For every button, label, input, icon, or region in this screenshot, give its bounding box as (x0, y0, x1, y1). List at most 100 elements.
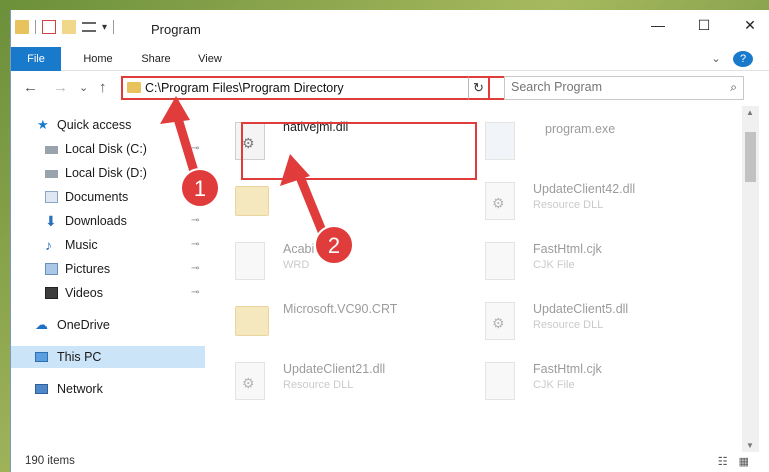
navigation-bar: ← → ⌄ ↑ C:\Program Files\Program Directo… (11, 72, 769, 104)
customize-icon[interactable] (82, 22, 96, 32)
file-name: UpdateClient21.dll (283, 362, 386, 376)
sidebar-item-label: Videos (65, 286, 103, 300)
file-type: Resource DLL (283, 379, 354, 391)
pin-icon[interactable]: ⊸ (191, 138, 199, 160)
scroll-up-icon[interactable]: ▲ (746, 108, 754, 117)
file-name: FastHtml.cjk (533, 242, 602, 256)
file-item-acabi[interactable]: Acabi WRD (215, 232, 455, 288)
document-file-icon (235, 242, 265, 280)
tab-share[interactable]: Share (131, 47, 181, 71)
pin-icon[interactable]: ⊸ (191, 234, 199, 256)
folder-icon (235, 186, 269, 216)
sidebar-item-label: Pictures (65, 262, 111, 276)
computer-icon (35, 352, 48, 362)
file-item-fasthtml-2[interactable]: FastHtml.cjk CJK File (465, 352, 705, 408)
status-bar: 190 items ☷ ▦ (11, 452, 769, 472)
sidebar-item-local-disk-d[interactable]: Local Disk (D:) (11, 162, 205, 184)
sidebar-item-label: Music (65, 238, 98, 252)
sidebar-item-label: Downloads (65, 214, 127, 228)
file-type: WRD (283, 259, 310, 271)
vertical-scrollbar[interactable]: ▲ ▼ (742, 106, 759, 452)
pin-icon[interactable]: ⊸ (191, 186, 199, 208)
file-item-updateclient21[interactable]: ⚙ UpdateClient21.dll Resource DLL (215, 352, 455, 408)
sidebar-item-quick-access[interactable]: ★ Quick access (11, 114, 205, 136)
scrollbar-thumb[interactable] (745, 132, 756, 182)
file-type: Resource DLL (533, 319, 604, 331)
exe-file-icon (485, 122, 515, 160)
divider (35, 20, 36, 34)
tab-view[interactable]: View (187, 47, 233, 71)
folder-icon[interactable] (15, 20, 29, 34)
close-button[interactable]: ✕ (727, 10, 769, 40)
folder-icon (127, 82, 141, 93)
cloud-icon: ☁ (35, 317, 48, 332)
pin-icon[interactable]: ⊸ (191, 258, 199, 280)
file-item-updateclient5[interactable]: ⚙ UpdateClient5.dll Resource DLL (465, 292, 705, 348)
quick-access-toolbar: ▾ (15, 20, 115, 34)
ribbon-expand-icon[interactable]: ⌄ (707, 47, 725, 71)
pin-icon[interactable]: ⊸ (191, 282, 199, 304)
drive-icon (45, 170, 58, 178)
sidebar-item-downloads[interactable]: ⬇ Downloads ⊸ (11, 210, 205, 232)
sidebar-item-network[interactable]: Network (11, 378, 205, 400)
sidebar-item-this-pc[interactable]: This PC (11, 346, 205, 368)
new-folder-icon[interactable] (62, 20, 76, 34)
tab-home[interactable]: Home (73, 47, 123, 71)
file-type: Resource DLL (533, 199, 604, 211)
file-explorer-window: ▾ Program — ☐ ✕ File Home Share View ⌄ ?… (10, 10, 769, 472)
music-icon: ♪ (45, 237, 52, 253)
folder-item-vc90-crt[interactable]: Microsoft.VC90.CRT (215, 292, 455, 348)
file-item-fasthtml-1[interactable]: FastHtml.cjk CJK File (465, 232, 705, 288)
search-box[interactable]: ⌕ (504, 76, 744, 100)
file-item-updateclient42[interactable]: ⚙ UpdateClient42.dll Resource DLL (465, 172, 705, 228)
toolbar-dropdown-icon[interactable]: ▾ (102, 22, 107, 33)
star-icon: ★ (37, 117, 49, 132)
title-bar: ▾ Program — ☐ ✕ (11, 10, 769, 46)
up-arrow-icon[interactable]: ↑ (99, 80, 107, 96)
file-name: Acabi (283, 242, 315, 256)
properties-icon[interactable] (42, 20, 56, 34)
videos-icon (45, 287, 58, 299)
file-name: program.exe (545, 122, 616, 136)
sidebar-item-pictures[interactable]: Pictures ⊸ (11, 258, 205, 280)
address-path: C:\Program Files\Program Directory (145, 81, 344, 95)
folder-icon (235, 306, 269, 336)
sidebar-item-documents[interactable]: Documents ⊸ (11, 186, 205, 208)
search-icon[interactable]: ⌕ (730, 80, 737, 95)
help-icon[interactable]: ? (733, 51, 753, 67)
document-file-icon (485, 242, 515, 280)
folder-item[interactable] (215, 172, 455, 228)
search-input[interactable] (511, 80, 711, 94)
sidebar-item-local-disk-c[interactable]: Local Disk (C:) ⊸ (11, 138, 205, 160)
window-title: Program (151, 22, 201, 37)
downloads-icon: ⬇ (45, 213, 57, 229)
tab-file[interactable]: File (11, 47, 61, 71)
dll-file-icon: ⚙ (485, 182, 515, 220)
scroll-down-icon[interactable]: ▼ (746, 441, 754, 450)
sidebar-item-onedrive[interactable]: ☁ OneDrive (11, 314, 205, 336)
pin-icon[interactable]: ⊸ (191, 210, 199, 232)
sidebar-item-label: Network (57, 382, 103, 396)
view-toggle-icons[interactable]: ☷ ▦ (718, 455, 753, 468)
file-type: CJK File (533, 259, 575, 271)
maximize-button[interactable]: ☐ (681, 10, 727, 40)
file-type: CJK File (533, 379, 575, 391)
refresh-button[interactable]: ↻ (468, 76, 490, 100)
sidebar-item-label: Local Disk (D:) (65, 166, 147, 180)
sidebar-item-label: This PC (57, 350, 102, 364)
recent-locations-icon[interactable]: ⌄ (79, 80, 88, 96)
dll-file-icon: ⚙ (235, 362, 265, 400)
forward-arrow-icon[interactable]: → (53, 80, 68, 96)
document-file-icon (485, 362, 515, 400)
minimize-button[interactable]: — (635, 10, 681, 40)
item-count: 190 items (25, 455, 75, 467)
sidebar-item-label: Documents (65, 190, 129, 204)
sidebar-item-videos[interactable]: Videos ⊸ (11, 282, 205, 304)
sidebar-item-music[interactable]: ♪ Music ⊸ (11, 234, 205, 256)
file-item-program-exe[interactable]: program.exe (465, 112, 705, 168)
divider (113, 20, 115, 34)
address-bar[interactable]: C:\Program Files\Program Directory ⌄ (121, 76, 519, 100)
file-highlight-box (241, 122, 477, 180)
navigation-pane: ★ Quick access Local Disk (C:) ⊸ Local D… (11, 110, 205, 450)
back-arrow-icon[interactable]: ← (23, 80, 38, 96)
